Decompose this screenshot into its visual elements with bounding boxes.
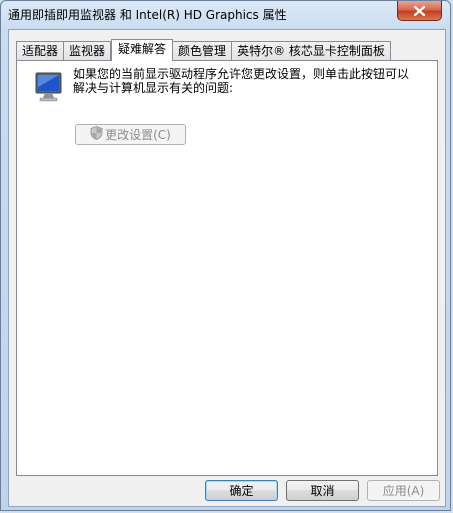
dialog-client: 适配器 监视器 疑难解答 颜色管理 英特尔® 核芯显卡控制面板 如果您的当前显示… <box>8 29 446 507</box>
tab-adapter[interactable]: 适配器 <box>16 41 65 60</box>
close-button[interactable] <box>397 1 442 21</box>
change-settings-button[interactable]: 更改设置(C) <box>75 124 186 145</box>
tab-troubleshoot[interactable]: 疑难解答 <box>111 39 174 61</box>
change-settings-label: 更改设置(C) <box>105 128 171 142</box>
properties-window: 通用即插即用监视器 和 Intel(R) HD Graphics 属性 适配器 … <box>0 0 451 511</box>
troubleshoot-message: 如果您的当前显示驱动程序允许您更改设置，则单击此按钮可以解决与计算机显示有关的问… <box>73 67 410 95</box>
monitor-icon <box>33 71 65 106</box>
tab-intel-graphics-panel[interactable]: 英特尔® 核芯显卡控制面板 <box>232 41 391 60</box>
apply-button[interactable]: 应用(A) <box>367 480 440 501</box>
window-title: 通用即插即用监视器 和 Intel(R) HD Graphics 属性 <box>8 8 287 22</box>
uac-shield-icon <box>90 126 103 143</box>
tab-strip: 适配器 监视器 疑难解答 颜色管理 英特尔® 核芯显卡控制面板 <box>16 39 391 61</box>
tab-color-management[interactable]: 颜色管理 <box>173 41 233 60</box>
ok-button[interactable]: 确定 <box>205 480 278 501</box>
cancel-button[interactable]: 取消 <box>286 480 359 501</box>
troubleshoot-panel: 如果您的当前显示驱动程序允许您更改设置，则单击此按钮可以解决与计算机显示有关的问… <box>16 60 438 476</box>
tab-monitor[interactable]: 监视器 <box>64 41 112 60</box>
close-icon <box>414 5 425 16</box>
